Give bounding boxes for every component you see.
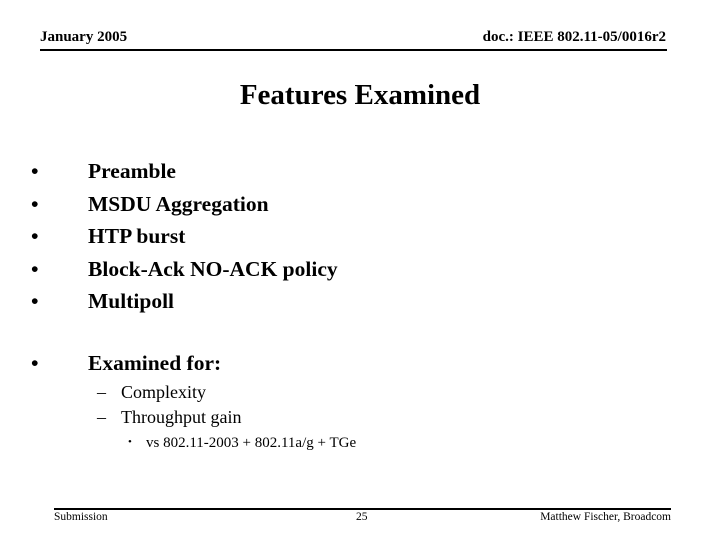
feature-list: • Preamble • MSDU Aggregation • HTP burst •… [30,155,338,318]
footer-page-number: 25 [356,511,368,523]
examined-item-label: Throughput gain [121,407,242,427]
feature-label: Multipoll [88,289,175,313]
throughput-baseline-note: • vs 802.11-2003 + 802.11a/g + TGe [128,431,356,454]
feature-item: • Block-Ack NO-ACK policy [30,253,338,286]
bullet-icon: • [31,256,39,281]
feature-label: MSDU Aggregation [88,191,269,216]
footer-author: Matthew Fischer, Broadcom [540,511,671,523]
header-date: January 2005 [40,29,128,45]
dash-icon: – [97,382,106,402]
examined-item-complexity: – Complexity [97,380,206,404]
examined-item-throughput: – Throughput gain [97,405,241,429]
bullet-icon: • [31,191,39,216]
header-doc-id: doc.: IEEE 802.11-05/0016r2 [482,29,666,45]
feature-label: Block-Ack NO-ACK policy [88,256,338,281]
feature-label: Preamble [88,159,176,183]
bullet-icon: • [31,159,39,183]
bullet-icon: • [128,436,132,448]
header-rule [40,49,667,51]
footer-submission: Submission [54,511,108,523]
examined-item-label: Complexity [121,382,206,402]
feature-label: HTP burst [88,224,186,248]
baseline-label: vs 802.11-2003 + 802.11a/g + TGe [146,435,357,451]
footer-rule [54,508,671,510]
feature-item: • HTP burst [30,220,338,253]
feature-item: • Multipoll [30,285,338,318]
bullet-icon: • [31,224,39,248]
examined-for-label: Examined for: [88,351,222,375]
feature-item: • Preamble [30,155,338,188]
bullet-icon: • [31,351,39,375]
examined-for-heading: • Examined for: [30,347,221,379]
dash-icon: – [97,407,106,427]
feature-item: • MSDU Aggregation [30,188,338,221]
bullet-icon: • [31,289,39,313]
slide-title: Features Examined [239,79,481,111]
